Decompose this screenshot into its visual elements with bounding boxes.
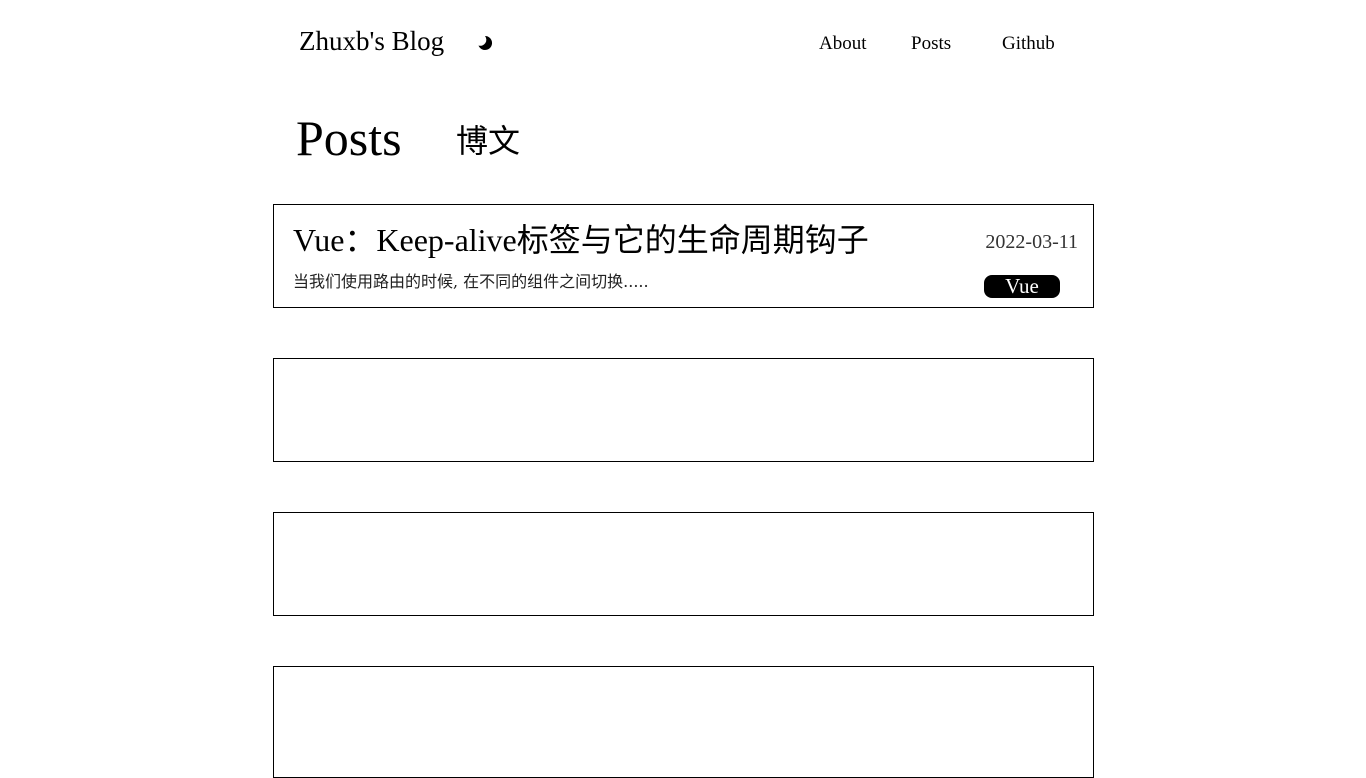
post-date: 2022-03-11	[985, 231, 1078, 253]
post-card-placeholder	[273, 512, 1094, 616]
nav-about-link[interactable]: About	[819, 32, 867, 56]
nav-github-link[interactable]: Github	[1002, 32, 1055, 56]
post-title-link[interactable]: Vue：Keep-alive标签与它的生命周期钩子	[293, 219, 869, 261]
site-header: Zhuxb's Blog About Posts Github	[0, 0, 1366, 80]
page-subtitle: 博文	[456, 122, 521, 160]
post-tag[interactable]: Vue	[984, 275, 1060, 298]
post-excerpt: 当我们使用路由的时候, 在不同的组件之间切换.....	[293, 272, 649, 291]
post-card-placeholder	[273, 358, 1094, 462]
moon-icon[interactable]	[474, 32, 496, 54]
site-title-link[interactable]: Zhuxb's Blog	[299, 24, 444, 58]
page-title: Posts	[296, 110, 402, 166]
nav-posts-link[interactable]: Posts	[911, 32, 951, 56]
post-card-placeholder	[273, 666, 1094, 778]
post-card[interactable]: Vue：Keep-alive标签与它的生命周期钩子 2022-03-11 当我们…	[273, 204, 1094, 308]
